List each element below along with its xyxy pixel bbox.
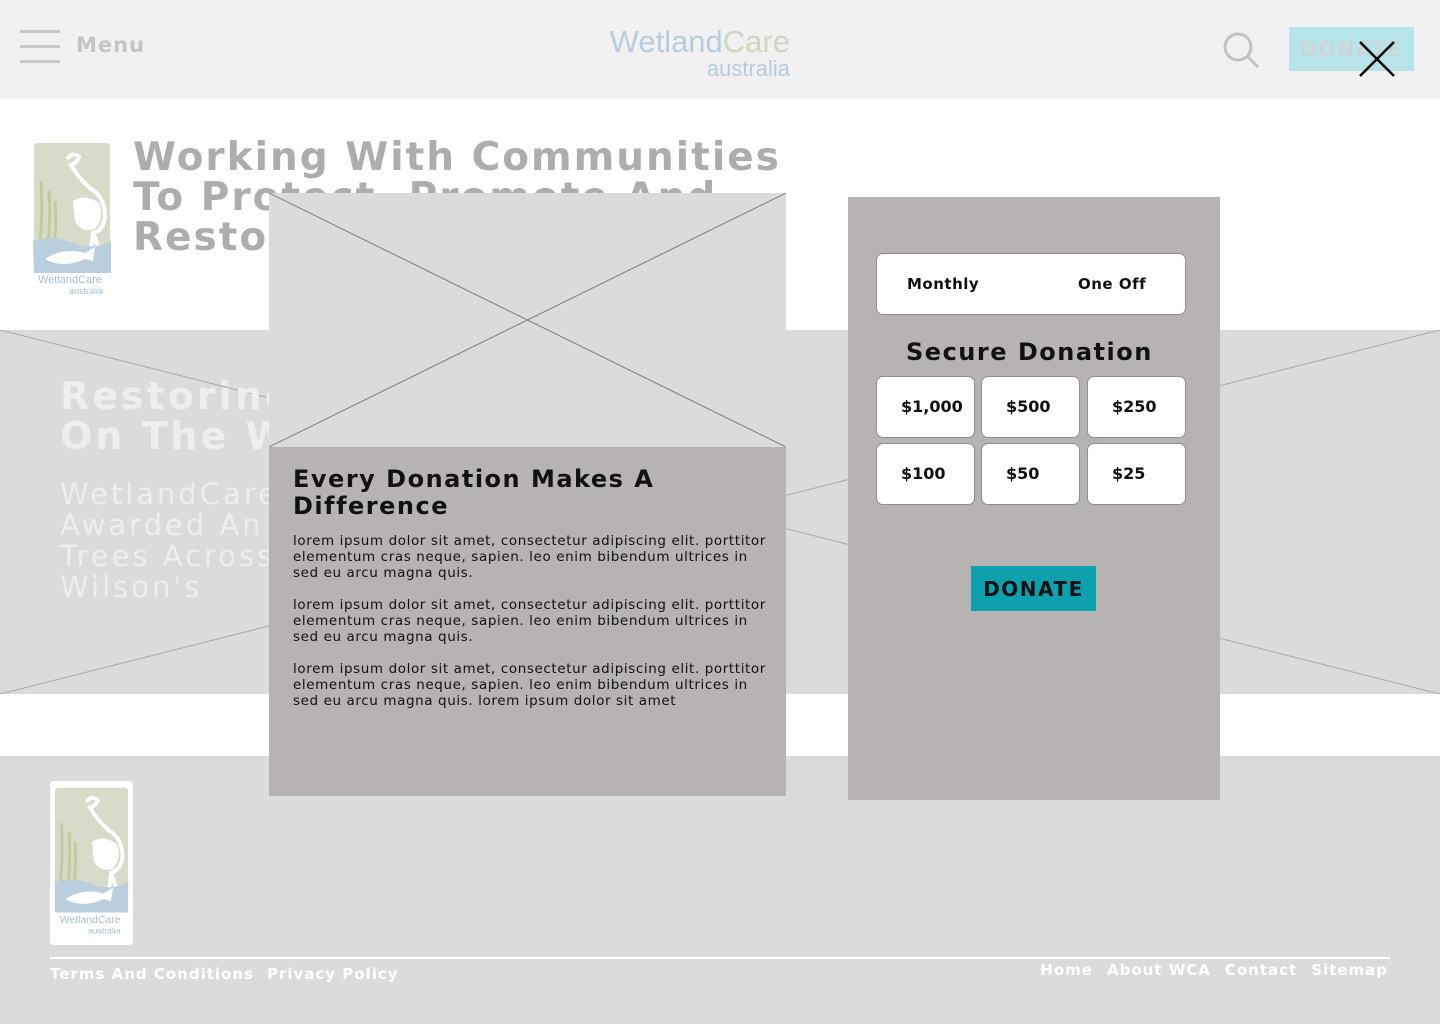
search-icon[interactable] [1222, 31, 1260, 69]
amount-button-500[interactable]: $500 [981, 376, 1080, 438]
brand-sub: australia [706, 56, 790, 81]
info-paragraph: lorem ipsum dolor sit amet, consectetur … [293, 533, 766, 581]
frequency-monthly-option[interactable]: Monthly [907, 275, 979, 293]
hamburger-icon[interactable] [20, 30, 60, 64]
secure-donation-title: Secure Donation [906, 338, 1153, 366]
info-title: Every Donation Makes A Difference [293, 465, 655, 520]
frequency-one-off-option[interactable]: One Off [1078, 275, 1146, 293]
donate-button[interactable]: DONATE [971, 566, 1096, 611]
info-body: lorem ipsum dolor sit amet, consectetur … [293, 533, 778, 725]
footer-link-contact[interactable]: Contact [1225, 961, 1297, 979]
info-image-cross [268, 192, 787, 448]
close-icon[interactable] [1356, 38, 1398, 80]
amount-button-50[interactable]: $50 [981, 443, 1080, 505]
info-image-placeholder [268, 192, 787, 448]
frequency-toggle: Monthly One Off [876, 253, 1186, 315]
amount-button-250[interactable]: $250 [1087, 376, 1186, 438]
footer-divider [50, 957, 1390, 959]
amount-button-100[interactable]: $100 [876, 443, 975, 505]
amount-button-1000[interactable]: $1,000 [876, 376, 975, 438]
menu-label[interactable]: Menu [76, 33, 145, 57]
donation-panel: Monthly One Off Secure Donation $1,000 $… [848, 197, 1220, 800]
info-paragraph: lorem ipsum dolor sit amet, consectetur … [293, 597, 766, 645]
footer-link-about[interactable]: About WCA [1107, 961, 1211, 979]
footer-link-home[interactable]: Home [1040, 961, 1093, 979]
footer-link-privacy[interactable]: Privacy Policy [267, 965, 399, 983]
wetlandcare-logo: WetlandCare australia [33, 143, 111, 296]
footer-logo-text-brand: WetlandCare [60, 915, 121, 926]
footer-link-sitemap[interactable]: Sitemap [1311, 961, 1388, 979]
footer-logo: WetlandCare australia [50, 781, 133, 945]
footer-logo-text-sub: australia [88, 925, 121, 935]
footer-link-terms[interactable]: Terms And Conditions [50, 965, 254, 983]
brand-word-wetland: Wetland [609, 24, 723, 59]
info-paragraph: lorem ipsum dolor sit amet, consectetur … [293, 661, 766, 709]
brand-word-care: Care [722, 24, 790, 59]
logo-text-sub: australia [69, 286, 103, 296]
amount-button-25[interactable]: $25 [1087, 443, 1186, 505]
site-header: Menu WetlandCare australia DONATE [0, 0, 1440, 99]
footer-legal-links: Terms And Conditions Privacy Policy [50, 965, 412, 983]
donation-info-card: Every Donation Makes A Difference lorem … [268, 192, 787, 796]
footer-nav-links: Home About WCA Contact Sitemap [1026, 961, 1388, 979]
logo-text-brand: WetlandCare [38, 274, 102, 286]
site-footer [0, 756, 1440, 1024]
brand-logo[interactable]: WetlandCare australia [600, 24, 790, 81]
